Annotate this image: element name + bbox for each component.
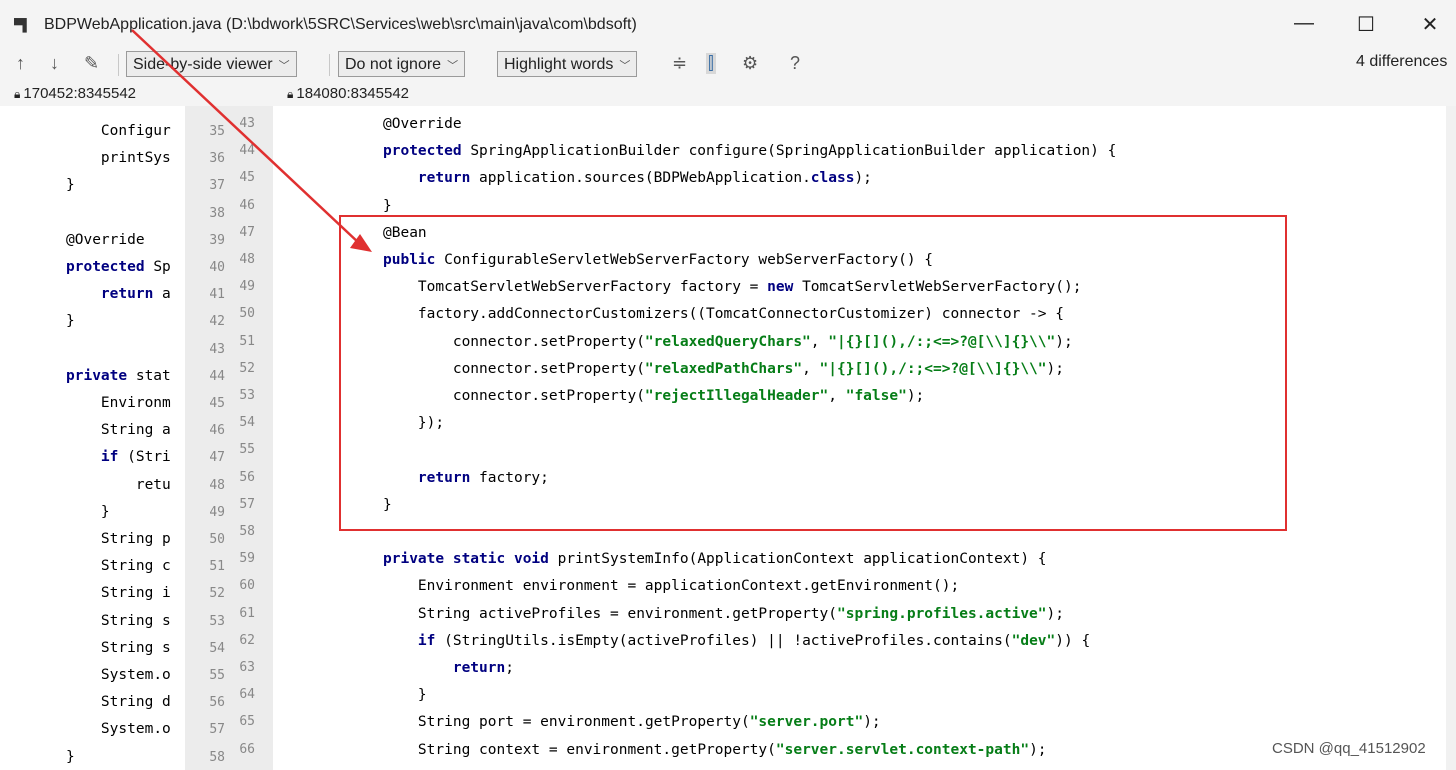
annotation-arrow [131,29,372,252]
watermark: CSDN @qq_41512902 [1272,740,1426,757]
